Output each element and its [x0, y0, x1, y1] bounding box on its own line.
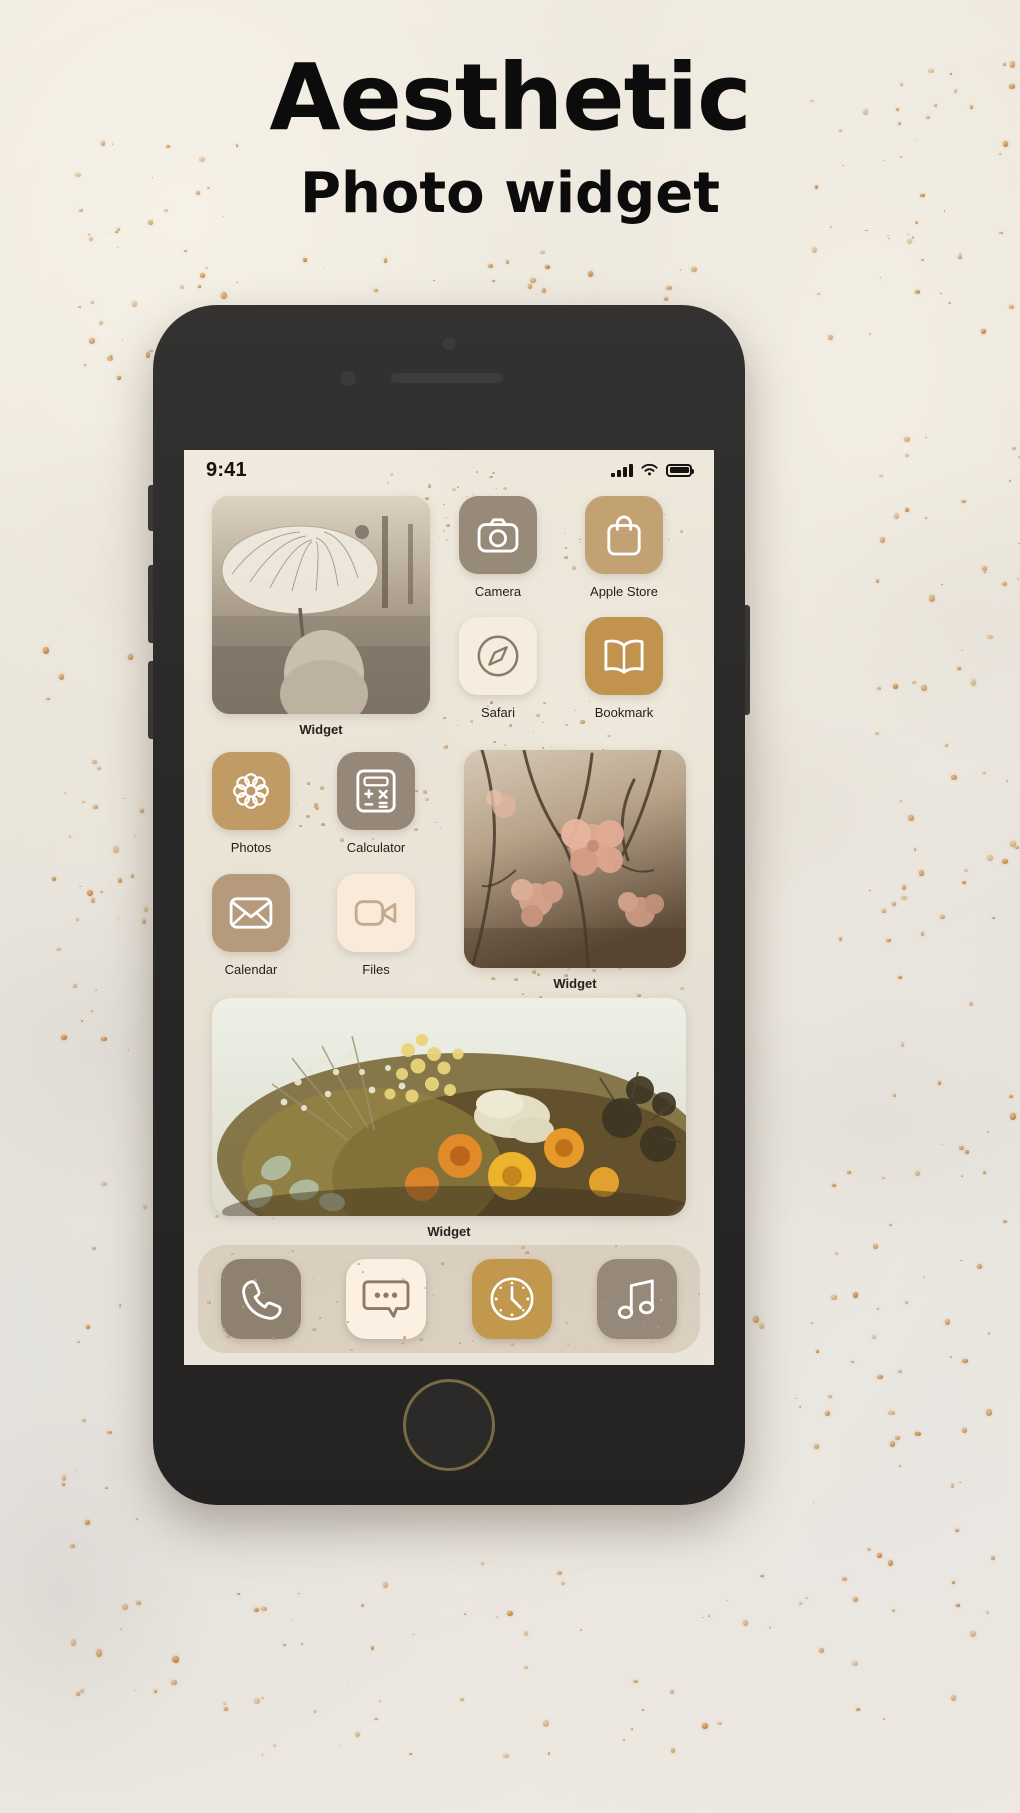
app-icon-bookmark[interactable]	[585, 617, 663, 695]
battery-icon	[666, 463, 694, 477]
app-icon-apple-store[interactable]	[585, 496, 663, 574]
widget-umbrella[interactable]	[212, 496, 430, 714]
status-time: 9:41	[206, 458, 247, 481]
app-icon-photos[interactable]	[212, 752, 290, 830]
status-bar: 9:41	[184, 450, 714, 490]
dock-icon-clock[interactable]	[471, 1259, 552, 1339]
compass-icon	[477, 635, 519, 677]
analog-clock-icon	[490, 1277, 534, 1321]
heading-block: Aesthetic Photo widget	[0, 52, 1020, 222]
app-label-calculator: Calculator	[346, 840, 406, 855]
phone-mockup: 9:41 Widget Camera Apple Store Safari Bo…	[148, 305, 750, 1505]
app-icon-safari[interactable]	[459, 617, 537, 695]
dock-icon-music[interactable]	[597, 1259, 678, 1339]
camera-icon	[477, 518, 519, 553]
widget-blossom[interactable]	[464, 750, 686, 968]
earpiece-speaker	[391, 373, 503, 383]
phone-volume-up-button	[148, 565, 153, 643]
app-label-files: Files	[362, 962, 390, 977]
dock-icon-messages[interactable]	[346, 1259, 427, 1339]
phone-volume-down-button	[148, 661, 153, 739]
page-title: Aesthetic	[269, 44, 751, 151]
calculator-icon	[356, 769, 396, 813]
open-book-icon	[604, 639, 644, 674]
flower-icon	[233, 773, 269, 809]
phone-power-button	[745, 605, 750, 715]
phone-sensor-dot	[442, 337, 456, 350]
phone-screen: 9:41 Widget Camera Apple Store Safari Bo…	[184, 450, 714, 1365]
shopping-bag-icon	[607, 515, 641, 556]
widget-blossom-art	[464, 750, 686, 968]
page-subtitle: Photo widget	[300, 161, 720, 226]
music-note-icon	[618, 1279, 655, 1320]
dock-icon-phone[interactable]	[220, 1259, 301, 1339]
widget-umbrella-label: Widget	[299, 722, 343, 737]
app-icon-calendar[interactable]	[212, 874, 290, 952]
video-camera-icon	[354, 900, 397, 926]
app-label-safari: Safari	[481, 705, 515, 720]
chat-bubble-icon	[362, 1280, 410, 1318]
home-screen-grid: Widget Camera Apple Store Safari Bookmar…	[184, 450, 714, 1365]
app-icon-camera[interactable]	[459, 496, 537, 574]
app-icon-files[interactable]	[337, 874, 415, 952]
widget-umbrella-art	[212, 496, 430, 714]
app-label-apple-store: Apple Store	[590, 584, 658, 599]
app-icon-calculator[interactable]	[337, 752, 415, 830]
cellular-bars-icon	[611, 463, 633, 477]
app-label-photos: Photos	[230, 840, 272, 855]
dock	[198, 1245, 700, 1353]
phone-mute-switch	[148, 485, 153, 531]
widget-bouquet-art	[212, 998, 686, 1216]
app-label-camera: Camera	[474, 584, 522, 599]
wifi-icon	[641, 463, 658, 476]
widget-bouquet-label: Widget	[427, 1224, 471, 1239]
phone-handset-icon	[241, 1280, 282, 1320]
front-camera-icon	[341, 371, 356, 386]
widget-bouquet[interactable]	[212, 998, 686, 1216]
home-button[interactable]	[403, 1379, 495, 1471]
widget-blossom-label: Widget	[553, 976, 597, 991]
app-label-calendar: Calendar	[224, 962, 278, 977]
app-label-bookmark: Bookmark	[594, 705, 654, 720]
envelope-icon	[229, 897, 273, 929]
status-indicators	[611, 463, 694, 477]
